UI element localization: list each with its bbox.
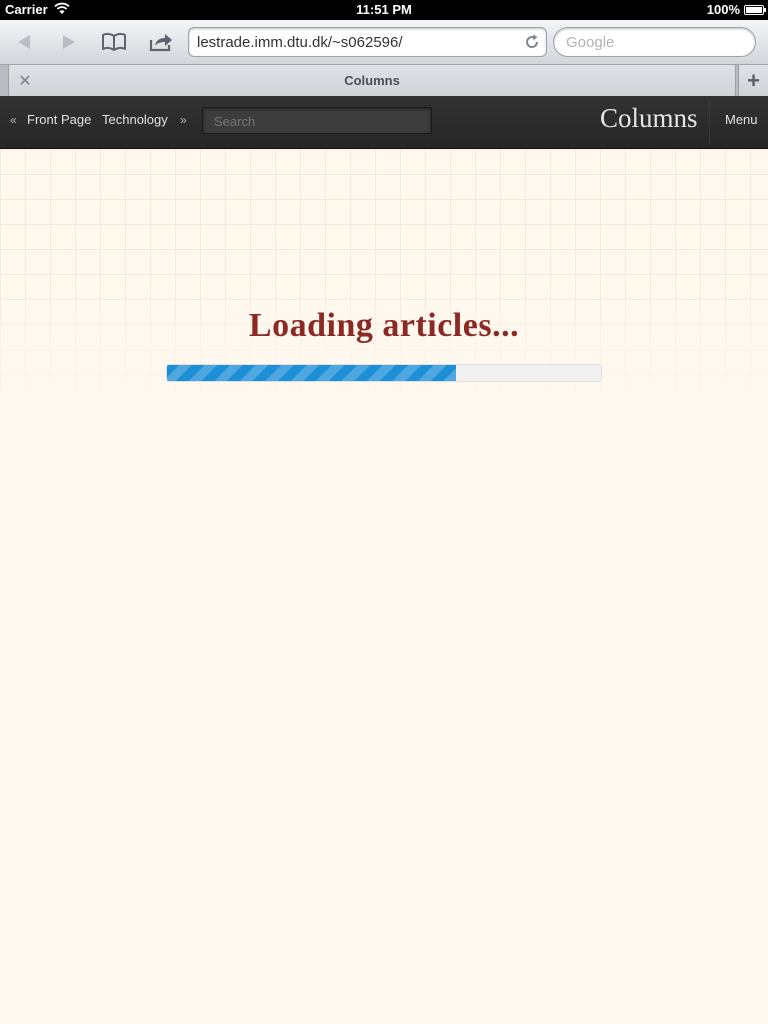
google-search-input[interactable] [566, 33, 746, 51]
battery-percent: 100% [706, 2, 740, 17]
back-arrow-icon [18, 35, 30, 49]
tab-bar: ✕ Columns + [0, 64, 768, 97]
site-search-input[interactable] [214, 113, 419, 129]
url-text[interactable]: lestrade.imm.dtu.dk/~s062596/ [197, 34, 403, 51]
browser-toolbar: lestrade.imm.dtu.dk/~s062596/ [0, 20, 768, 64]
progress-fill [167, 365, 456, 381]
loading-title: Loading articles... [248, 307, 520, 344]
new-tab-button[interactable]: + [738, 65, 768, 97]
google-search-field[interactable] [553, 27, 756, 57]
site-nav-bar: « Front Page Technology » Columns Menu [0, 96, 768, 149]
plus-icon: + [747, 68, 760, 93]
forward-arrow-icon [63, 35, 75, 49]
share-button[interactable] [146, 28, 176, 56]
loading-progress-bar [166, 364, 602, 382]
tab-title: Columns [344, 73, 400, 88]
menu-button[interactable]: Menu [725, 112, 758, 127]
nav-item-front-page[interactable]: Front Page [27, 112, 91, 127]
battery-icon [744, 5, 766, 15]
status-time: 11:51 PM [356, 2, 412, 17]
share-icon [149, 34, 172, 52]
nav-item-technology[interactable]: Technology [102, 112, 168, 127]
site-logo[interactable]: Columns [600, 103, 698, 134]
forward-button[interactable] [55, 28, 83, 56]
status-bar: Carrier 11:51 PM 100% [0, 0, 768, 20]
nav-next-arrow[interactable]: » [180, 113, 187, 127]
back-button[interactable] [10, 28, 38, 56]
nav-divider [709, 100, 710, 145]
address-bar[interactable]: lestrade.imm.dtu.dk/~s062596/ [188, 27, 547, 57]
site-search-box[interactable] [202, 107, 432, 134]
book-icon [102, 32, 126, 51]
reload-icon[interactable] [523, 33, 541, 56]
nav-prev-arrow[interactable]: « [10, 113, 17, 127]
bookmarks-button[interactable] [99, 28, 129, 56]
main-content: Loading articles... [0, 149, 768, 1024]
tab-columns[interactable]: ✕ Columns [8, 65, 736, 97]
